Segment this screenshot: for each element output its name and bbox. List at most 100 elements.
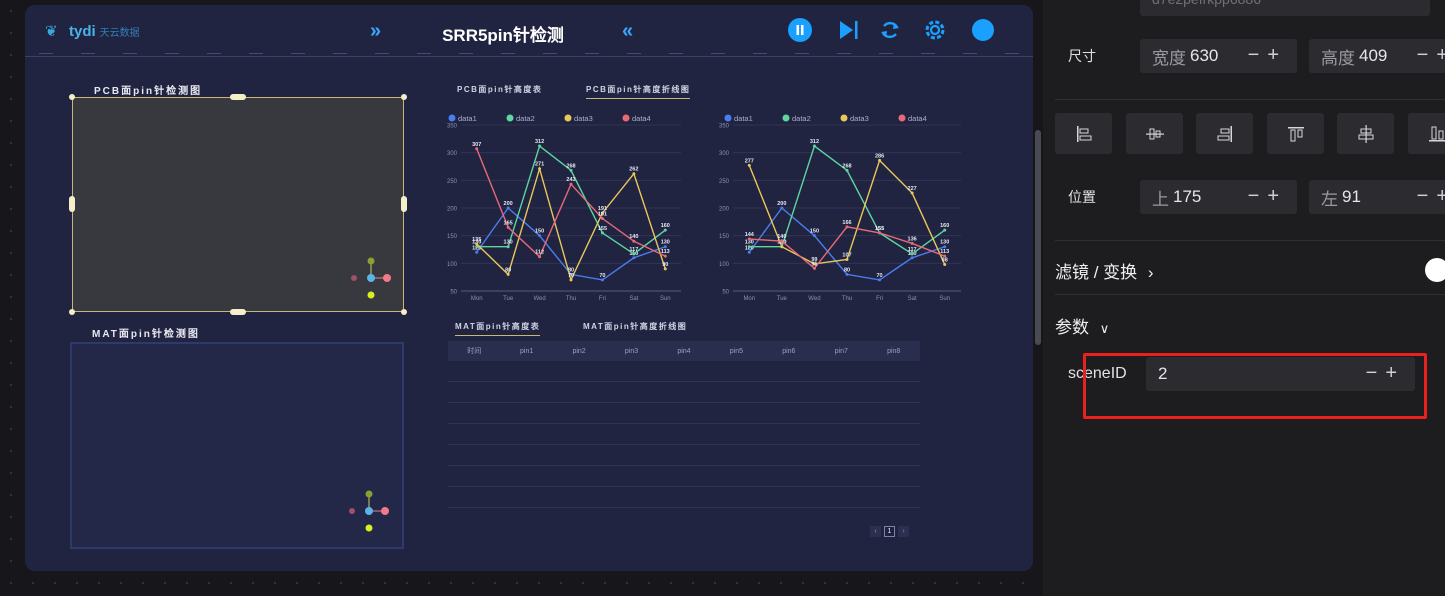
data-label: 160 xyxy=(661,223,670,229)
data-label: 150 xyxy=(810,229,819,235)
resize-handle-tl[interactable] xyxy=(69,94,75,100)
y-tick-label: 150 xyxy=(719,234,730,240)
gizmo-x-handle[interactable] xyxy=(383,274,391,282)
height-field[interactable]: 高度 409 −+ xyxy=(1309,39,1445,73)
tab-pcb-height-table[interactable]: PCB面pin针高度表 xyxy=(457,84,542,98)
gizmo-neg-x-handle[interactable] xyxy=(351,275,357,281)
resize-handle-right[interactable] xyxy=(401,196,407,212)
settings-button[interactable] xyxy=(922,17,948,43)
height-stepper[interactable]: −+ xyxy=(1417,44,1445,67)
x-tick-label: Tue xyxy=(503,296,514,300)
prev-page-button[interactable]: ‹ xyxy=(870,526,881,537)
column-header: pin4 xyxy=(677,347,691,355)
legend-marker xyxy=(898,114,906,122)
gizmo-center-handle[interactable] xyxy=(365,507,373,515)
axis-gizmo[interactable] xyxy=(72,344,402,547)
data-label: 107 xyxy=(842,252,851,258)
data-label: 155 xyxy=(875,226,884,232)
tab-mat-height-table[interactable]: MAT面pin针高度表 xyxy=(455,321,541,336)
resize-handle-top[interactable] xyxy=(230,94,246,100)
status-button[interactable] xyxy=(970,17,996,43)
width-field[interactable]: 宽度 630 −+ xyxy=(1140,39,1297,73)
data-label: 277 xyxy=(745,158,754,164)
table-row-divider xyxy=(448,465,920,466)
refresh-button[interactable] xyxy=(877,17,903,43)
expand-left-icon[interactable]: » xyxy=(370,21,381,41)
resize-handle-tr[interactable] xyxy=(401,94,407,100)
mat-scene-view[interactable] xyxy=(70,342,404,549)
column-header: pin7 xyxy=(834,347,848,355)
gizmo-y-handle[interactable] xyxy=(365,490,373,498)
data-label: 286 xyxy=(875,153,884,159)
gizmo-neg-x-handle[interactable] xyxy=(349,508,355,514)
x-tick-label: Thu xyxy=(842,296,852,300)
x-tick-label: Wed xyxy=(533,296,545,300)
align-bottom-icon xyxy=(1428,126,1445,141)
filter-transform-section[interactable]: 滤镜 / 变换 › xyxy=(1055,258,1154,283)
resize-handle-bl[interactable] xyxy=(69,309,75,315)
width-stepper[interactable]: −+ xyxy=(1248,44,1287,67)
pcb-line-chart-1: data1 data2 data3 data4 50 100 150 200 250 300 350… xyxy=(447,114,681,300)
y-tick-label: 50 xyxy=(722,290,729,296)
tab-pcb-height-line-chart[interactable]: PCB面pin针高度折线图 xyxy=(586,84,691,99)
left-prefix: 左 xyxy=(1321,189,1338,209)
axis-gizmo[interactable] xyxy=(73,98,405,313)
expand-right-icon[interactable]: « xyxy=(622,21,633,41)
data-label: 155 xyxy=(598,226,607,232)
x-tick-label: Mon xyxy=(743,296,755,300)
resize-handle-br[interactable] xyxy=(401,309,407,315)
y-tick-label: 350 xyxy=(447,124,458,130)
align-right-icon xyxy=(1217,125,1232,142)
next-page-button[interactable]: › xyxy=(898,526,909,537)
tab-mat-height-line-chart[interactable]: MAT面pin针高度折线图 xyxy=(583,321,687,335)
y-tick-label: 100 xyxy=(719,262,730,268)
page-number-button[interactable]: 1 xyxy=(884,526,895,537)
align-center-h-button[interactable] xyxy=(1126,113,1183,154)
left-stepper[interactable]: −+ xyxy=(1417,185,1445,208)
left-field[interactable]: 左 91 −+ xyxy=(1309,180,1445,214)
top-field[interactable]: 上 175 −+ xyxy=(1140,180,1297,214)
step-forward-button[interactable] xyxy=(835,17,861,43)
canvas-scrollbar[interactable] xyxy=(1035,130,1041,345)
legend-label: data1 xyxy=(458,114,477,123)
gizmo-z-handle[interactable] xyxy=(367,291,375,299)
gizmo-center-handle[interactable] xyxy=(367,274,375,282)
width-prefix: 宽度 xyxy=(1152,48,1186,68)
filter-toggle[interactable] xyxy=(1425,258,1445,282)
align-bottom-button[interactable] xyxy=(1408,113,1445,154)
height-value: 409 xyxy=(1359,46,1388,65)
gizmo-z-handle[interactable] xyxy=(365,524,373,532)
align-right-button[interactable] xyxy=(1196,113,1253,154)
align-left-icon xyxy=(1076,125,1091,142)
resize-handle-bottom[interactable] xyxy=(230,309,246,315)
dashboard-board[interactable]: ❦ tydi 天云数据 » SRR5pin针检测 « PCB面pin针检测图 M… xyxy=(25,5,1033,571)
gizmo-y-handle[interactable] xyxy=(367,257,375,265)
align-center-v-button[interactable] xyxy=(1337,113,1394,154)
data-label: 144 xyxy=(745,232,755,238)
data-label: 262 xyxy=(629,167,638,173)
data-label: 227 xyxy=(908,186,917,192)
data-label: 165 xyxy=(504,220,513,226)
x-tick-label: Fri xyxy=(599,296,606,300)
legend-marker xyxy=(724,114,732,122)
params-section[interactable]: 参数 ∨ xyxy=(1055,313,1109,338)
settings-icon xyxy=(925,20,945,40)
top-stepper[interactable]: −+ xyxy=(1248,185,1287,208)
pcb-scene-view[interactable] xyxy=(72,97,404,312)
mat-panel-title: MAT面pin针检测图 xyxy=(92,329,200,340)
data-label: 98 xyxy=(942,257,948,263)
legend-marker xyxy=(840,114,848,122)
step-forward-icon xyxy=(840,21,858,39)
align-top-button[interactable] xyxy=(1267,113,1324,154)
y-tick-label: 250 xyxy=(447,179,458,185)
property-panel: d7e2pefrkpp6886 尺寸 宽度 630 −+ 高度 409 −+ 位… xyxy=(1043,0,1445,596)
gizmo-x-handle[interactable] xyxy=(381,507,389,515)
pause-button[interactable] xyxy=(787,17,813,43)
dashboard-header: ❦ tydi 天云数据 » SRR5pin针检测 « xyxy=(25,5,1033,57)
id-field[interactable]: d7e2pefrkpp6886 xyxy=(1140,0,1430,16)
align-left-button[interactable] xyxy=(1055,113,1112,154)
data-label: 200 xyxy=(504,201,513,207)
y-tick-label: 150 xyxy=(447,234,458,240)
resize-handle-left[interactable] xyxy=(69,196,75,212)
data-label: 135 xyxy=(472,237,481,243)
